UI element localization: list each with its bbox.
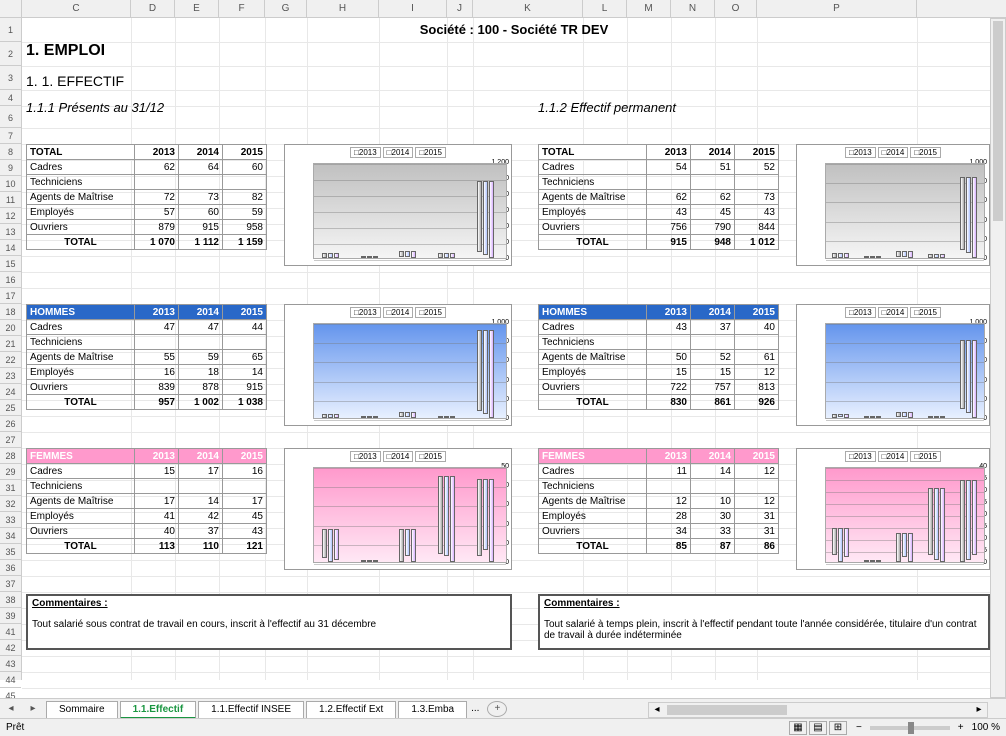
chart-total_left[interactable]: □2013□2014□201502004006008001 0001 200 (284, 144, 512, 266)
col-header-I[interactable]: I (379, 0, 447, 17)
row-header-20[interactable]: 20 (0, 320, 21, 336)
horizontal-scrollbar[interactable]: ◂▸ (648, 702, 988, 718)
table-femmes_right: FEMMES201320142015Cadres111412Technicien… (538, 448, 779, 554)
row-header-17[interactable]: 17 (0, 288, 21, 304)
comments-text-right: Tout salarié à temps plein, inscrit à l'… (544, 619, 984, 641)
row-header-28[interactable]: 28 (0, 448, 21, 464)
row-header-6[interactable]: 6 (0, 106, 21, 128)
row-header-14[interactable]: 14 (0, 240, 21, 256)
row-headers: 1234678910111213141516171820212223242526… (0, 18, 22, 680)
row-header-36[interactable]: 36 (0, 560, 21, 576)
comments-text-left: Tout salarié sous contrat de travail en … (32, 619, 506, 630)
row-header-15[interactable]: 15 (0, 256, 21, 272)
row-header-11[interactable]: 11 (0, 192, 21, 208)
page-title: Société : 100 - Société TR DEV (22, 18, 1006, 42)
col-header-O[interactable]: O (715, 0, 757, 17)
row-header-24[interactable]: 24 (0, 384, 21, 400)
tab-nav-first[interactable]: ◂ (0, 700, 22, 718)
row-header-26[interactable]: 26 (0, 416, 21, 432)
col-header-C[interactable]: C (22, 0, 131, 17)
zoom-out[interactable]: − (856, 722, 862, 733)
row-header-31[interactable]: 31 (0, 480, 21, 496)
row-header-35[interactable]: 35 (0, 544, 21, 560)
row-header-3[interactable]: 3 (0, 66, 21, 90)
tab-1-1-effectif[interactable]: 1.1.Effectif (120, 701, 197, 719)
row-header-12[interactable]: 12 (0, 208, 21, 224)
tab-1-1-effectif-insee[interactable]: 1.1.Effectif INSEE (198, 701, 304, 719)
tab-1-3-emba[interactable]: 1.3.Emba (398, 701, 467, 719)
row-header-7[interactable]: 7 (0, 128, 21, 144)
row-header-27[interactable]: 27 (0, 432, 21, 448)
col-header-F[interactable]: F (219, 0, 265, 17)
spreadsheet-content[interactable]: Société : 100 - Société TR DEV 1. EMPLOI… (22, 18, 1006, 680)
row-header-43[interactable]: 43 (0, 656, 21, 672)
row-header-38[interactable]: 38 (0, 592, 21, 608)
section-permanent: 1.1.2 Effectif permanent (538, 100, 676, 115)
col-header-M[interactable]: M (627, 0, 671, 17)
row-header-1[interactable]: 1 (0, 18, 21, 42)
zoom-level: 100 % (972, 722, 1000, 733)
row-header-33[interactable]: 33 (0, 512, 21, 528)
row-header-39[interactable]: 39 (0, 608, 21, 624)
table-total_left: TOTAL201320142015Cadres626460Techniciens… (26, 144, 267, 250)
col-header-H[interactable]: H (307, 0, 379, 17)
col-header-N[interactable]: N (671, 0, 715, 17)
tab-nav-prev[interactable]: ▸ (22, 700, 44, 718)
tabs-more[interactable]: ... (471, 703, 479, 714)
section-emploi: 1. EMPLOI (26, 42, 105, 60)
chart-total_right[interactable]: □2013□2014□201502004006008001 000 (796, 144, 990, 266)
col-header-E[interactable]: E (175, 0, 219, 17)
column-headers: CDEFGHIJKLMNOP (0, 0, 1006, 18)
status-ready: Prêt (6, 722, 24, 733)
table-hommes_right: HOMMES201320142015Cadres433740Technicien… (538, 304, 779, 410)
row-header-4[interactable]: 4 (0, 90, 21, 106)
comments-right: Commentaires : Tout salarié à temps plei… (538, 594, 990, 650)
col-header-P[interactable]: P (757, 0, 917, 17)
vertical-scrollbar[interactable] (990, 18, 1006, 698)
tab-1-2-effectif-ext[interactable]: 1.2.Effectif Ext (306, 701, 396, 719)
col-header-G[interactable]: G (265, 0, 307, 17)
row-header-18[interactable]: 18 (0, 304, 21, 320)
row-header-25[interactable]: 25 (0, 400, 21, 416)
view-buttons[interactable]: ▦▤⊞ (788, 721, 848, 735)
tab-sommaire[interactable]: Sommaire (46, 701, 118, 719)
row-header-34[interactable]: 34 (0, 528, 21, 544)
col-header-L[interactable]: L (583, 0, 627, 17)
status-bar: Prêt ▦▤⊞ − + 100 % (0, 718, 1006, 736)
row-header-2[interactable]: 2 (0, 42, 21, 66)
zoom-slider[interactable] (870, 726, 950, 730)
chart-femmes_right[interactable]: □2013□2014□20150510152025303540 (796, 448, 990, 570)
col-header-D[interactable]: D (131, 0, 175, 17)
row-header-8[interactable]: 8 (0, 144, 21, 160)
row-header-37[interactable]: 37 (0, 576, 21, 592)
row-header-32[interactable]: 32 (0, 496, 21, 512)
row-header-10[interactable]: 10 (0, 176, 21, 192)
row-header-21[interactable]: 21 (0, 336, 21, 352)
row-header-23[interactable]: 23 (0, 368, 21, 384)
row-header-9[interactable]: 9 (0, 160, 21, 176)
row-header-42[interactable]: 42 (0, 640, 21, 656)
chart-femmes_left[interactable]: □2013□2014□201501020304050 (284, 448, 512, 570)
table-hommes_left: HOMMES201320142015Cadres474744Technicien… (26, 304, 267, 410)
section-effectif: 1. 1. EFFECTIF (26, 73, 124, 89)
table-total_right: TOTAL201320142015Cadres545152Techniciens… (538, 144, 779, 250)
col-header-J[interactable]: J (447, 0, 473, 17)
add-sheet-button[interactable]: + (487, 701, 507, 717)
section-presents: 1.1.1 Présents au 31/12 (26, 100, 164, 115)
chart-hommes_right[interactable]: □2013□2014□201502004006008001 000 (796, 304, 990, 426)
row-header-44[interactable]: 44 (0, 672, 21, 688)
table-femmes_left: FEMMES201320142015Cadres151716Technicien… (26, 448, 267, 554)
row-header-29[interactable]: 29 (0, 464, 21, 480)
row-header-41[interactable]: 41 (0, 624, 21, 640)
zoom-in[interactable]: + (958, 722, 964, 733)
comments-left: Commentaires : Tout salarié sous contrat… (26, 594, 512, 650)
chart-hommes_left[interactable]: □2013□2014□201502004006008001 000 (284, 304, 512, 426)
row-header-16[interactable]: 16 (0, 272, 21, 288)
comments-label: Commentaires : (544, 598, 984, 609)
row-header-13[interactable]: 13 (0, 224, 21, 240)
comments-label: Commentaires : (32, 598, 506, 609)
row-header-22[interactable]: 22 (0, 352, 21, 368)
col-header-K[interactable]: K (473, 0, 583, 17)
